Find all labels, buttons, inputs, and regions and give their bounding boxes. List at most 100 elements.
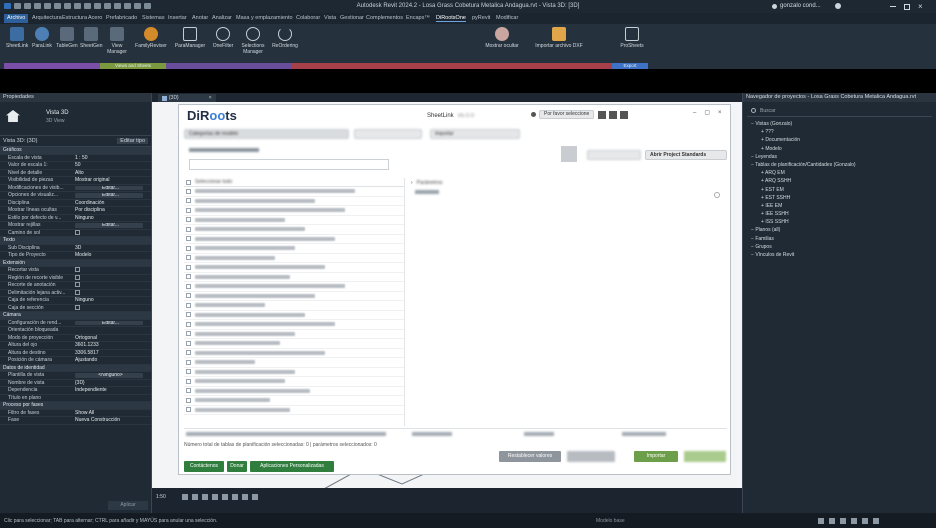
schedule-list-item[interactable] — [184, 339, 404, 349]
reordering-button[interactable]: ReOrdering — [270, 27, 300, 49]
schedule-list-item[interactable] — [184, 396, 404, 406]
browser-tree-item[interactable]: + IEE SSHH — [751, 210, 936, 218]
property-row[interactable]: Nivel de detalle Alto — [0, 170, 151, 177]
schedule-list-item[interactable] — [184, 368, 404, 377]
schedule-list-item[interactable] — [184, 244, 404, 254]
apply-button[interactable]: Aplicar — [108, 501, 148, 510]
property-row[interactable]: Escala de vista 1 : 50 — [0, 155, 151, 162]
schedule-list-item[interactable] — [184, 387, 404, 396]
property-checkbox[interactable] — [75, 304, 80, 310]
browser-tree-item[interactable]: − Vínculos de Revit — [751, 251, 936, 259]
sheetgen-button[interactable]: SheetGen — [80, 27, 103, 49]
schedule-list-item[interactable] — [184, 330, 404, 339]
undo-icon[interactable] — [44, 3, 51, 9]
property-checkbox[interactable] — [75, 267, 80, 273]
schedule-checkbox[interactable] — [186, 369, 191, 375]
reveal-hidden-icon[interactable] — [242, 494, 248, 500]
schedule-checkbox[interactable] — [186, 245, 191, 251]
switch-windows-icon[interactable] — [144, 3, 151, 9]
dialog-minimize-icon[interactable]: – — [693, 110, 696, 116]
property-row[interactable]: Dependencia Independiente — [0, 387, 151, 395]
browser-tree-item[interactable]: + ??? — [751, 128, 936, 136]
text-icon[interactable] — [94, 3, 101, 9]
property-edit-button[interactable]: Editar... — [75, 320, 143, 325]
familyreviser-button[interactable]: FamilyReviser — [133, 27, 169, 49]
tab-modificar[interactable]: Modificar — [496, 15, 518, 21]
schedule-checkbox[interactable] — [186, 264, 191, 270]
tab-analizar[interactable]: Analizar — [212, 15, 232, 21]
schedule-list-item[interactable] — [184, 187, 404, 197]
schedule-checkbox[interactable] — [186, 378, 191, 384]
parameters-search-icon[interactable] — [714, 192, 720, 198]
header-icon-2[interactable] — [609, 110, 618, 119]
view-tab-close-icon[interactable]: × — [209, 95, 212, 101]
expand-icon[interactable]: › — [411, 180, 413, 186]
property-row[interactable]: Opciones de visualiz... Editar... — [0, 192, 151, 200]
secondary-action-button[interactable] — [567, 451, 615, 462]
measure-icon[interactable] — [74, 3, 81, 9]
schedule-list-item[interactable] — [184, 225, 404, 235]
temporary-hide-icon[interactable] — [232, 494, 238, 500]
tab-vista[interactable]: Vista — [324, 15, 336, 21]
tab-anotar[interactable]: Anotar — [192, 15, 208, 21]
dimension-icon[interactable] — [84, 3, 91, 9]
category-dropdown[interactable]: Categorías de modelo — [184, 129, 349, 139]
property-row[interactable]: Configuración de rend... Editar... — [0, 320, 151, 327]
schedule-list-item[interactable] — [184, 235, 404, 244]
select-links-icon[interactable] — [818, 518, 824, 524]
browser-tree-item[interactable]: − Planos (all) — [751, 226, 936, 234]
tab-encaps[interactable]: Encaps™ — [406, 15, 430, 21]
redo-icon[interactable] — [54, 3, 61, 9]
property-row[interactable]: Sub Disciplina 3D — [0, 245, 151, 252]
schedule-list-item[interactable] — [184, 406, 404, 415]
property-row[interactable]: Caja de referencia Ninguno — [0, 297, 151, 305]
property-checkbox[interactable] — [75, 274, 80, 280]
property-row[interactable]: Altura del ojo 3601.1233 — [0, 342, 151, 350]
import-tab[interactable]: Importar — [430, 129, 520, 139]
browser-tree-item[interactable]: + IEE EM — [751, 202, 936, 210]
paramanager-button[interactable]: ParaManager — [172, 27, 208, 49]
paralink-button[interactable]: ParaLink — [31, 27, 53, 49]
view-scale[interactable]: 1:50 — [156, 494, 166, 500]
browser-tree-item[interactable]: + Documentación — [751, 136, 936, 144]
3d-view-icon[interactable] — [104, 3, 111, 9]
schedule-checkbox[interactable] — [186, 340, 191, 346]
schedule-list-item[interactable] — [184, 273, 404, 282]
header-icon-1[interactable] — [598, 110, 607, 119]
schedule-list-item[interactable] — [184, 282, 404, 292]
tab-dirootsone[interactable]: DiRootsOne — [436, 15, 466, 22]
open-project-standards-button[interactable]: Abrir Project Standards — [645, 150, 727, 160]
schedule-checkbox[interactable] — [186, 226, 191, 232]
browser-tree-item[interactable]: + ISS SSHH — [751, 218, 936, 226]
confirm-button[interactable] — [684, 451, 726, 462]
schedule-checkbox[interactable] — [186, 207, 191, 213]
shadows-icon[interactable] — [212, 494, 218, 500]
tablegen-button[interactable]: TableGen — [56, 27, 78, 49]
browser-tree-item[interactable]: − Grupos — [751, 243, 936, 251]
restore-values-button[interactable]: Restablecer valores — [499, 451, 561, 462]
browser-tree-item[interactable]: − Vistas (Gonzalo) — [751, 120, 936, 128]
select-all-checkbox[interactable] — [186, 179, 191, 185]
language-select[interactable]: Por favor seleccione — [539, 110, 595, 119]
contact-button[interactable]: Contáctenos — [184, 461, 224, 472]
browser-tree-item[interactable]: − Tablas de planificación/Cantidades (Go… — [751, 161, 936, 169]
schedule-list-item[interactable] — [184, 254, 404, 263]
maximize-icon[interactable] — [904, 3, 910, 10]
tab-sistemas[interactable]: Sistemas — [142, 15, 165, 21]
view-tab-3d[interactable]: {3D} × — [158, 94, 216, 102]
schedule-list-item[interactable] — [184, 320, 404, 330]
import-button[interactable]: Importar — [634, 451, 678, 462]
dialog-close-icon[interactable]: × — [718, 110, 722, 116]
tab-archivo[interactable]: Archivo — [4, 14, 29, 23]
sun-path-icon[interactable] — [202, 494, 208, 500]
tab-prefabricado[interactable]: Prefabricado — [106, 15, 137, 21]
property-row[interactable]: Recorte de anotación — [0, 282, 151, 290]
schedule-list-item[interactable] — [184, 216, 404, 225]
open-icon[interactable] — [14, 3, 21, 9]
property-row[interactable]: Tipo de Proyecto Modelo — [0, 252, 151, 260]
crop-view-icon[interactable] — [222, 494, 228, 500]
browser-tree-item[interactable]: + ARQ EM — [751, 169, 936, 177]
schedule-list-item[interactable] — [184, 206, 404, 216]
dialog-maximize-icon[interactable]: ▢ — [704, 109, 710, 116]
schedule-checkbox[interactable] — [186, 331, 191, 337]
